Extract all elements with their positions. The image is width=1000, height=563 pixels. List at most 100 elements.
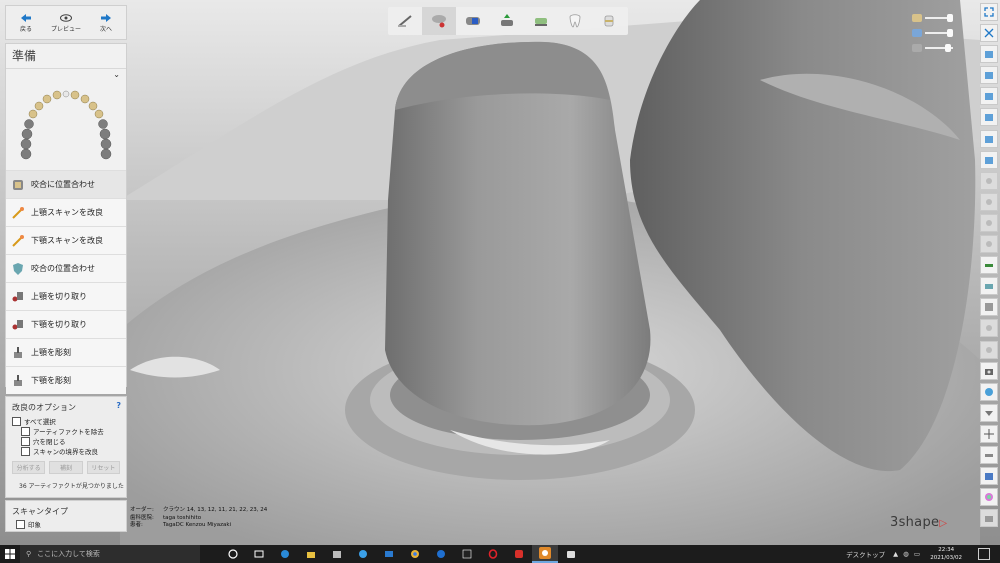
view-front-button[interactable] (980, 45, 998, 64)
view-top-button[interactable] (980, 129, 998, 148)
checkbox-box[interactable] (21, 426, 30, 436)
tool-scan-jaw[interactable] (456, 7, 490, 35)
network-icon[interactable]: ▲ (893, 550, 898, 558)
checkbox-box[interactable] (12, 416, 21, 426)
3d-viewport[interactable] (0, 0, 1000, 545)
impression-checkbox[interactable]: 印象 (16, 519, 126, 529)
clinic-key: 歯科医院: (130, 514, 154, 521)
cube-icon (985, 114, 993, 122)
fit-view-button[interactable] (980, 3, 998, 21)
step-label: 上顎スキャンを改良 (31, 208, 103, 217)
sculpt-icon (14, 346, 22, 358)
palette-button[interactable] (980, 488, 998, 507)
desktop-label[interactable]: デスクトップ (846, 549, 885, 559)
patient-value: TagaDC Kenzou Miyazaki (163, 522, 232, 528)
step-label: 下顎を切り取り (31, 320, 87, 329)
teamviewer-icon[interactable] (428, 545, 454, 563)
store-icon[interactable] (324, 545, 350, 563)
tool-disabled-1[interactable] (980, 171, 998, 190)
tool-disabled-3[interactable] (980, 213, 998, 232)
texture-button[interactable] (980, 298, 998, 317)
crosshair-button[interactable] (980, 424, 998, 443)
app-white-icon[interactable] (558, 545, 584, 563)
measure-button[interactable] (980, 256, 998, 275)
expand-icon (984, 7, 994, 17)
tool-trim[interactable] (422, 7, 456, 35)
tool-knife[interactable] (388, 7, 422, 35)
volume-icon[interactable]: ◍ (903, 550, 909, 558)
screenshot-button[interactable] (980, 509, 998, 528)
notification-icon[interactable] (978, 548, 990, 560)
edge-icon[interactable] (272, 545, 298, 563)
step-label: 咬合の位置合わせ (31, 264, 95, 273)
close-holes-checkbox[interactable]: 穴を閉じる (21, 436, 126, 446)
dental-arch-icon[interactable] (16, 84, 116, 164)
view-left-button[interactable] (980, 87, 998, 106)
palette-icon (985, 493, 993, 502)
step-sculpt-lower[interactable]: 下顎を彫刻 (6, 366, 126, 394)
model-opacity-slider[interactable] (912, 40, 962, 55)
step-occlusion-align[interactable]: 咬合の位置合わせ (6, 254, 126, 282)
tool-disabled-5[interactable] (980, 319, 998, 338)
tool-icon (986, 198, 992, 205)
fullscreen-button[interactable] (980, 24, 998, 43)
preview-button[interactable]: プレビュー (46, 6, 86, 39)
fix-button[interactable]: 補刻 (49, 461, 83, 474)
logo-triangle-icon: ▷ (939, 518, 948, 529)
step-trim-lower[interactable]: 下顎を切り取り (6, 310, 126, 338)
mail-icon[interactable] (376, 545, 402, 563)
upper-model-icon (501, 14, 513, 26)
3shape-app-icon[interactable] (532, 545, 558, 563)
improve-border-checkbox[interactable]: スキャンの境界を改良 (21, 446, 126, 456)
camera-button[interactable] (980, 361, 998, 380)
preparation-panel: 準備 ⌄ 咬合に位置合わせ 上顎スキャンを改良 下顎スキャンを改良 咬合の位置合… (5, 43, 127, 394)
checkbox-box[interactable] (21, 446, 30, 456)
checkbox-box[interactable] (21, 436, 30, 446)
view-bottom-button[interactable] (980, 150, 998, 169)
chrome-icon[interactable] (402, 545, 428, 563)
taskbar-search[interactable]: ⚲ ここに入力して検索 (20, 545, 200, 563)
back-button[interactable]: 戻る (6, 6, 46, 39)
step-bite-align[interactable]: 咬合に位置合わせ (6, 170, 126, 198)
tool-disabled-2[interactable] (980, 192, 998, 211)
remove-artifacts-checkbox[interactable]: アーティファクトを除去 (21, 426, 126, 436)
step-refine-upper-scan[interactable]: 上顎スキャンを改良 (6, 198, 126, 226)
step-sculpt-upper[interactable]: 上顎を彫刻 (6, 338, 126, 366)
tool-upper-model[interactable] (490, 7, 524, 35)
upper-opacity-slider[interactable] (912, 10, 962, 25)
opera-icon[interactable] (480, 545, 506, 563)
trim-icon (12, 319, 23, 329)
tool-crown[interactable] (592, 7, 626, 35)
tool-tooth[interactable] (558, 7, 592, 35)
snapshot-button[interactable] (980, 467, 998, 486)
cut-plane-button[interactable] (980, 445, 998, 464)
clock[interactable]: 22:34 2021/03/02 (930, 546, 962, 562)
ie-icon[interactable] (350, 545, 376, 563)
view-back-button[interactable] (980, 66, 998, 85)
start-button[interactable] (0, 545, 20, 563)
cortana-icon[interactable] (220, 545, 246, 563)
tool-lower-model[interactable] (524, 7, 558, 35)
tool-disabled-4[interactable] (980, 235, 998, 254)
file-explorer-icon[interactable] (298, 545, 324, 563)
section-button[interactable] (980, 277, 998, 296)
task-view-icon[interactable] (246, 545, 272, 563)
next-button[interactable]: 次へ (86, 6, 126, 39)
help-icon[interactable]: ? (116, 401, 121, 410)
step-refine-lower-scan[interactable]: 下顎スキャンを改良 (6, 226, 126, 254)
keyboard-icon[interactable]: ▭ (914, 550, 920, 558)
checkbox-box[interactable] (16, 519, 25, 529)
chevron-down-icon[interactable]: ⌄ (113, 70, 120, 79)
lower-opacity-slider[interactable] (912, 25, 962, 40)
navigation-panel: 戻る プレビュー 次へ (5, 5, 127, 40)
app-k-icon[interactable] (454, 545, 480, 563)
reset-button[interactable]: リセット (86, 461, 120, 474)
tool-disabled-6[interactable] (980, 340, 998, 359)
view-right-button[interactable] (980, 108, 998, 127)
transparency-button[interactable] (980, 403, 998, 422)
app-red-icon[interactable] (506, 545, 532, 563)
step-trim-upper[interactable]: 上顎を切り取り (6, 282, 126, 310)
analyze-button[interactable]: 分析する (12, 461, 46, 474)
color-button[interactable] (980, 382, 998, 401)
select-all-checkbox[interactable]: すべて選択 (12, 416, 126, 426)
